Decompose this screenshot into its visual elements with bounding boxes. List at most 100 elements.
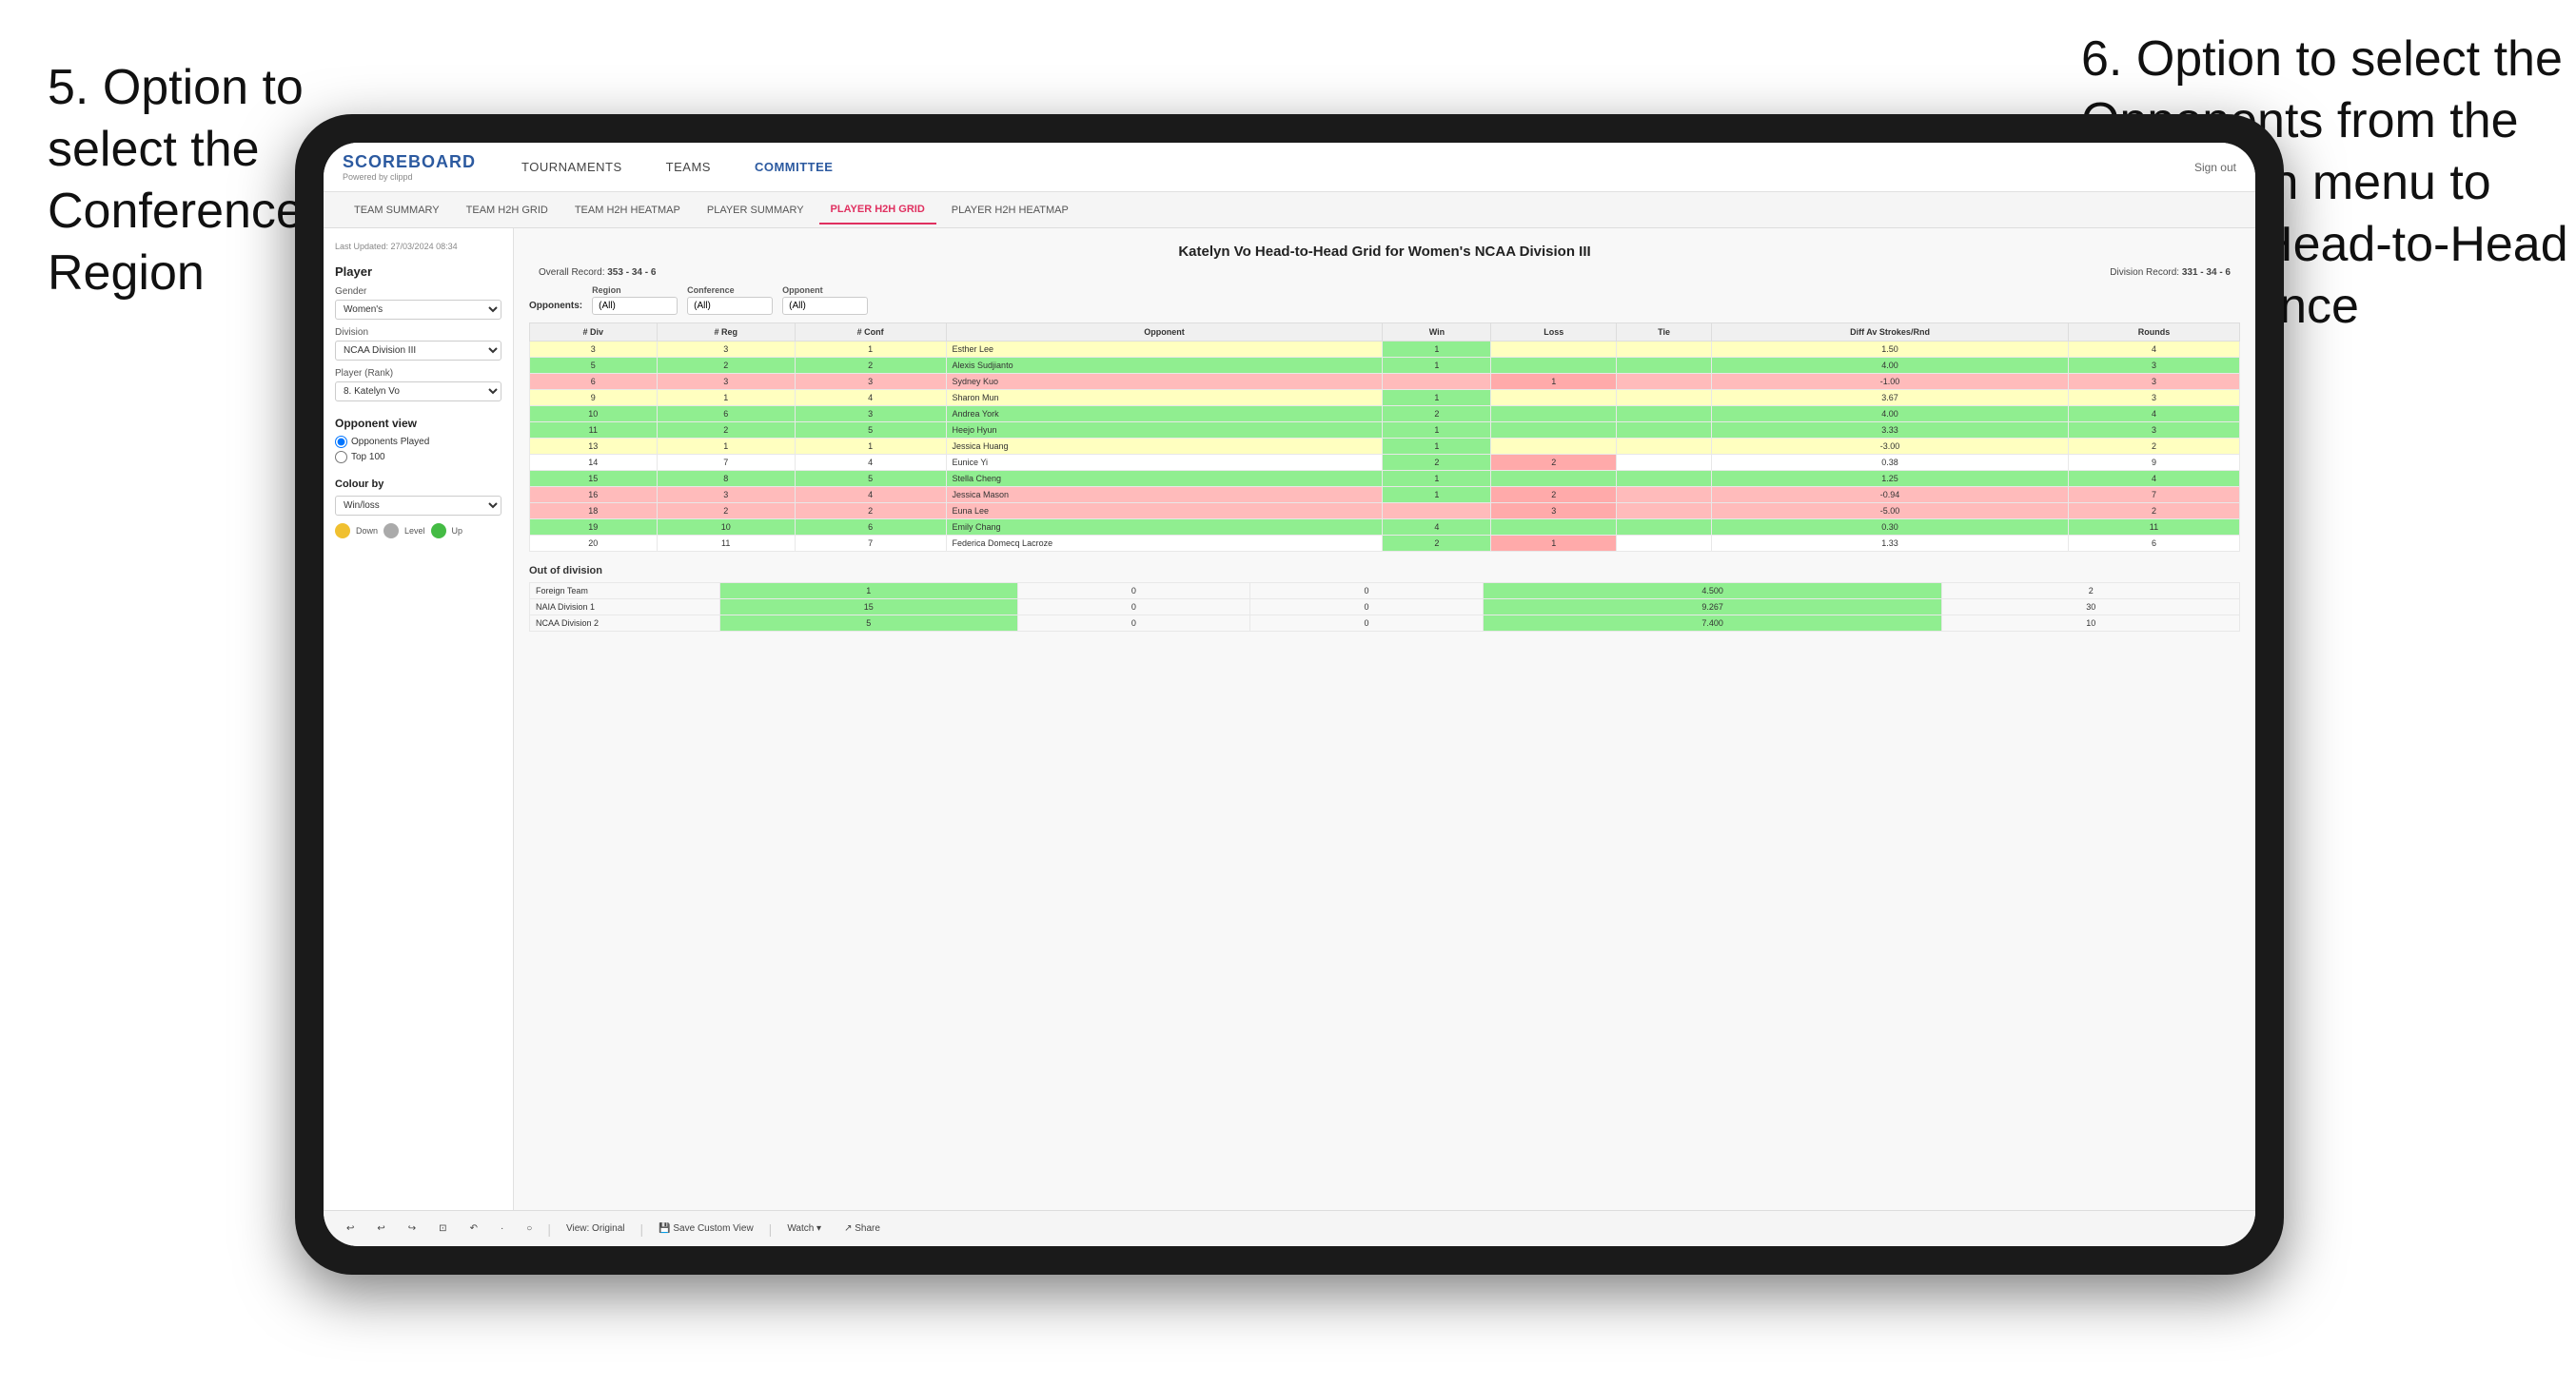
filter-region-select[interactable]: (All) bbox=[592, 297, 678, 315]
logo-sub: Powered by clippd bbox=[343, 172, 476, 182]
toolbar-undo[interactable]: ↩ bbox=[339, 1220, 362, 1237]
toolbar-view-original[interactable]: View: Original bbox=[559, 1220, 633, 1237]
table-row: 19106Emily Chang40.3011 bbox=[530, 519, 2240, 536]
logo-area: SCOREBOARD Powered by clippd bbox=[343, 152, 476, 182]
division-select[interactable]: NCAA Division III bbox=[335, 341, 501, 361]
toolbar-dot[interactable]: · bbox=[493, 1220, 511, 1237]
col-div: # Div bbox=[530, 323, 658, 342]
player-rank-label: Player (Rank) bbox=[335, 368, 501, 379]
grid-title-section: Katelyn Vo Head-to-Head Grid for Women's… bbox=[529, 244, 2240, 260]
filter-opponent-label: Opponent bbox=[782, 285, 868, 295]
division-record-value: 331 - 34 - 6 bbox=[2182, 267, 2231, 278]
toolbar-sep2: | bbox=[640, 1221, 644, 1237]
legend-up-label: Up bbox=[452, 526, 463, 536]
bottom-toolbar: ↩ ↩ ↪ ⊡ ↶ · ○ | View: Original | 💾 Save … bbox=[324, 1210, 2255, 1246]
sidebar-player-title: Player bbox=[335, 264, 501, 279]
toolbar-grid[interactable]: ⊡ bbox=[431, 1220, 454, 1237]
overall-record-label: Overall Record: 353 - 34 - 6 bbox=[539, 267, 656, 278]
table-row: 1822Euna Lee3-5.002 bbox=[530, 503, 2240, 519]
table-row: 1063Andrea York24.004 bbox=[530, 406, 2240, 422]
player-h2h-table: # Div # Reg # Conf Opponent Win Loss Tie… bbox=[529, 322, 2240, 552]
table-row: 331Esther Lee11.504 bbox=[530, 342, 2240, 358]
col-win: Win bbox=[1383, 323, 1491, 342]
toolbar-share[interactable]: ↗ Share bbox=[836, 1220, 888, 1237]
col-conf: # Conf bbox=[795, 323, 946, 342]
sub-nav: TEAM SUMMARY TEAM H2H GRID TEAM H2H HEAT… bbox=[324, 192, 2255, 228]
radio-opponents-played[interactable]: Opponents Played bbox=[335, 436, 501, 448]
toolbar-redo1[interactable]: ↩ bbox=[369, 1220, 392, 1237]
main-content: Last Updated: 27/03/2024 08:34 Player Ge… bbox=[324, 228, 2255, 1210]
sub-nav-player-summary[interactable]: PLAYER SUMMARY bbox=[696, 197, 816, 224]
legend-up-dot bbox=[431, 523, 446, 538]
radio-top100[interactable]: Top 100 bbox=[335, 451, 501, 463]
table-row: 1634Jessica Mason12-0.947 bbox=[530, 487, 2240, 503]
out-of-division-table: Foreign Team1004.5002NAIA Division 11500… bbox=[529, 582, 2240, 632]
toolbar-circle[interactable]: ○ bbox=[519, 1220, 540, 1237]
filter-opponent-select[interactable]: (All) bbox=[782, 297, 868, 315]
col-rounds: Rounds bbox=[2068, 323, 2239, 342]
legend-level-dot bbox=[383, 523, 399, 538]
filters-row: Opponents: Region (All) Conference (All) bbox=[529, 285, 2240, 315]
table-row: 1311Jessica Huang1-3.002 bbox=[530, 439, 2240, 455]
sub-nav-player-h2h-heatmap[interactable]: PLAYER H2H HEATMAP bbox=[940, 197, 1080, 224]
sign-out-link[interactable]: Sign out bbox=[2194, 161, 2236, 174]
filter-opponent-group: Opponent (All) bbox=[782, 285, 868, 315]
filter-conference-group: Conference (All) bbox=[687, 285, 773, 315]
sub-nav-team-h2h-grid[interactable]: TEAM H2H GRID bbox=[455, 197, 560, 224]
col-opponent: Opponent bbox=[946, 323, 1383, 342]
table-row: 20117Federica Domecq Lacroze211.336 bbox=[530, 536, 2240, 552]
nav-committee[interactable]: COMMITTEE bbox=[747, 156, 841, 178]
filter-conference-select[interactable]: (All) bbox=[687, 297, 773, 315]
filter-region-label: Region bbox=[592, 285, 678, 295]
content-area: Katelyn Vo Head-to-Head Grid for Women's… bbox=[514, 228, 2255, 1210]
toolbar-save-custom[interactable]: 💾 Save Custom View bbox=[651, 1220, 761, 1237]
filter-region-group: Region (All) bbox=[592, 285, 678, 315]
top-nav: SCOREBOARD Powered by clippd TOURNAMENTS… bbox=[324, 143, 2255, 192]
colour-by-select[interactable]: Win/loss bbox=[335, 496, 501, 516]
last-updated: Last Updated: 27/03/2024 08:34 bbox=[335, 242, 501, 251]
gender-label: Gender bbox=[335, 286, 501, 297]
out-of-division-title: Out of division bbox=[529, 565, 2240, 576]
table-row: 633Sydney Kuo1-1.003 bbox=[530, 374, 2240, 390]
grid-main-title: Katelyn Vo Head-to-Head Grid for Women's… bbox=[529, 244, 2240, 260]
sidebar: Last Updated: 27/03/2024 08:34 Player Ge… bbox=[324, 228, 514, 1210]
tablet: SCOREBOARD Powered by clippd TOURNAMENTS… bbox=[295, 114, 2284, 1275]
table-row: 1125Heejo Hyun13.333 bbox=[530, 422, 2240, 439]
col-loss: Loss bbox=[1491, 323, 1617, 342]
col-reg: # Reg bbox=[657, 323, 795, 342]
player-rank-select[interactable]: 8. Katelyn Vo bbox=[335, 381, 501, 401]
grid-records: Overall Record: 353 - 34 - 6 Division Re… bbox=[529, 267, 2240, 278]
opponents-label: Opponents: bbox=[529, 301, 582, 315]
toolbar-redo2[interactable]: ↪ bbox=[401, 1220, 423, 1237]
table-row: 914Sharon Mun13.673 bbox=[530, 390, 2240, 406]
sub-nav-player-h2h-grid[interactable]: PLAYER H2H GRID bbox=[819, 196, 936, 224]
opponent-view-radio-group: Opponents Played Top 100 bbox=[335, 436, 501, 463]
colour-by-title: Colour by bbox=[335, 478, 501, 490]
table-row: 1585Stella Cheng11.254 bbox=[530, 471, 2240, 487]
gender-select[interactable]: Women's bbox=[335, 300, 501, 320]
toolbar-refresh[interactable]: ↶ bbox=[462, 1220, 485, 1237]
toolbar-sep1: | bbox=[547, 1221, 551, 1237]
legend-level-label: Level bbox=[404, 526, 425, 536]
division-record-label: Division Record: 331 - 34 - 6 bbox=[2110, 267, 2231, 278]
toolbar-watch[interactable]: Watch ▾ bbox=[779, 1220, 829, 1237]
legend-down-label: Down bbox=[356, 526, 378, 536]
nav-teams[interactable]: TEAMS bbox=[659, 156, 718, 178]
toolbar-sep3: | bbox=[769, 1221, 773, 1237]
sub-nav-team-h2h-heatmap[interactable]: TEAM H2H HEATMAP bbox=[563, 197, 692, 224]
table-row: 522Alexis Sudjianto14.003 bbox=[530, 358, 2240, 374]
table-row: 1474Eunice Yi220.389 bbox=[530, 455, 2240, 471]
overall-record-value: 353 - 34 - 6 bbox=[607, 267, 656, 278]
filter-conference-label: Conference bbox=[687, 285, 773, 295]
opponent-view-title: Opponent view bbox=[335, 417, 501, 430]
logo-text: SCOREBOARD bbox=[343, 152, 476, 172]
division-label: Division bbox=[335, 327, 501, 338]
nav-tournaments[interactable]: TOURNAMENTS bbox=[514, 156, 630, 178]
col-tie: Tie bbox=[1617, 323, 1712, 342]
legend: Down Level Up bbox=[335, 523, 501, 538]
legend-down-dot bbox=[335, 523, 350, 538]
sub-nav-team-summary[interactable]: TEAM SUMMARY bbox=[343, 197, 451, 224]
tablet-screen: SCOREBOARD Powered by clippd TOURNAMENTS… bbox=[324, 143, 2255, 1246]
ood-row: NCAA Division 25007.40010 bbox=[530, 615, 2240, 632]
col-diff: Diff Av Strokes/Rnd bbox=[1712, 323, 2069, 342]
